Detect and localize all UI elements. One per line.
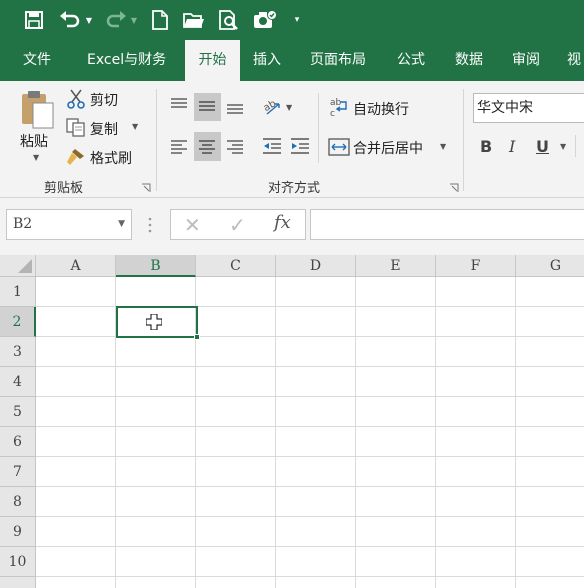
row-header-2[interactable]: 2: [0, 307, 36, 337]
print-preview-icon[interactable]: [217, 8, 241, 32]
column-header-a[interactable]: A: [36, 255, 116, 277]
underline-dropdown-icon[interactable]: ▼: [560, 142, 566, 151]
insert-function-icon[interactable]: fx: [274, 212, 291, 233]
name-box-dropdown-icon[interactable]: ▼: [118, 210, 125, 239]
align-right-icon[interactable]: [224, 135, 246, 157]
camera-icon[interactable]: [252, 8, 278, 32]
fill-handle[interactable]: [194, 334, 200, 340]
tab-home[interactable]: 开始: [185, 40, 240, 81]
copy-button[interactable]: 复制: [90, 119, 118, 139]
redo-dropdown-icon: ▼: [130, 15, 138, 25]
tab-page-layout[interactable]: 页面布局: [310, 40, 366, 81]
row-header-1[interactable]: 1: [0, 277, 36, 307]
cancel-icon[interactable]: ✕: [184, 213, 201, 237]
svg-text:ab: ab: [330, 98, 342, 108]
align-bottom-icon[interactable]: [224, 95, 246, 117]
undo-dropdown-icon[interactable]: ▼: [83, 8, 95, 32]
format-painter-icon[interactable]: [66, 147, 86, 167]
tab-formulas[interactable]: 公式: [397, 40, 425, 81]
paste-dropdown-icon[interactable]: ▼: [33, 153, 39, 162]
worksheet-grid: A B C D E F G 1 2 3 4 5 6 7 8 9 10: [0, 255, 584, 588]
align-middle-icon[interactable]: [196, 95, 218, 117]
quick-access-toolbar: ▼ ▼ ▾: [0, 0, 584, 40]
column-header-f[interactable]: F: [436, 255, 516, 277]
column-header-d[interactable]: D: [276, 255, 356, 277]
ribbon-separator: [575, 135, 576, 157]
align-center-icon[interactable]: [196, 135, 218, 157]
align-left-icon[interactable]: [168, 135, 190, 157]
row-header-4[interactable]: 4: [0, 367, 36, 397]
formula-buttons: ✕ ✓ fx: [170, 209, 306, 240]
align-top-icon[interactable]: [168, 95, 190, 117]
orientation-icon[interactable]: ab: [261, 95, 283, 117]
orientation-dropdown-icon[interactable]: ▼: [286, 103, 292, 112]
svg-text:c: c: [330, 109, 335, 118]
ribbon-separator: [156, 89, 157, 191]
underline-button[interactable]: U: [536, 137, 549, 156]
formula-bar-splitter[interactable]: [148, 216, 152, 234]
wrap-text-button[interactable]: 自动换行: [353, 99, 409, 119]
decrease-indent-icon[interactable]: [261, 135, 283, 157]
merge-center-button[interactable]: 合并后居中: [353, 138, 423, 158]
cut-icon[interactable]: [66, 89, 86, 109]
copy-icon[interactable]: [66, 118, 86, 138]
font-name-input[interactable]: 华文中宋: [473, 93, 584, 123]
merge-center-icon[interactable]: [328, 136, 350, 158]
ribbon-separator: [318, 93, 319, 163]
wrap-text-icon[interactable]: ab c: [328, 96, 350, 119]
row-header-7[interactable]: 7: [0, 457, 36, 487]
merge-dropdown-icon[interactable]: ▼: [440, 142, 446, 151]
clipboard-launcher-icon[interactable]: [141, 182, 151, 192]
row-header-8[interactable]: 8: [0, 487, 36, 517]
italic-button[interactable]: I: [509, 137, 515, 156]
ribbon-tabs: 文件 Excel与财务 开始 插入 页面布局 公式 数据 审阅 视: [0, 40, 584, 81]
open-folder-icon[interactable]: [181, 8, 207, 32]
column-header-b[interactable]: B: [116, 255, 196, 277]
column-header-e[interactable]: E: [356, 255, 436, 277]
save-icon[interactable]: [22, 8, 46, 32]
select-all-corner[interactable]: [0, 255, 36, 277]
paste-button[interactable]: 粘贴: [20, 131, 48, 151]
bold-button[interactable]: B: [480, 137, 492, 156]
redo-icon: [104, 8, 128, 32]
tab-excel-finance[interactable]: Excel与财务: [87, 40, 166, 81]
name-box[interactable]: B2 ▼: [6, 209, 132, 240]
cut-button[interactable]: 剪切: [90, 90, 118, 110]
format-painter-button[interactable]: 格式刷: [90, 148, 132, 168]
new-file-icon[interactable]: [148, 8, 172, 32]
alignment-launcher-icon[interactable]: [449, 182, 459, 192]
tab-file[interactable]: 文件: [23, 40, 51, 81]
column-header-c[interactable]: C: [196, 255, 276, 277]
row-header-6[interactable]: 6: [0, 427, 36, 457]
tab-insert[interactable]: 插入: [253, 40, 281, 81]
increase-indent-icon[interactable]: [289, 135, 311, 157]
ribbon-home: 粘贴 ▼ 剪切 复制 ▼ 格式刷 剪贴板 ab ▼ ab c 自动换行 合并后居…: [0, 81, 584, 198]
tab-view[interactable]: 视: [567, 40, 581, 81]
row-header-3[interactable]: 3: [0, 337, 36, 367]
alignment-group-label: 对齐方式: [268, 181, 321, 196]
column-header-g[interactable]: G: [516, 255, 584, 277]
customize-icon[interactable]: ▾: [290, 8, 304, 32]
formula-bar: B2 ▼ ✕ ✓ fx: [0, 198, 584, 255]
ribbon-separator: [463, 89, 464, 191]
cell-cursor-icon: [145, 313, 163, 331]
row-header-10[interactable]: 10: [0, 547, 36, 577]
undo-icon[interactable]: [58, 8, 82, 32]
row-header-11[interactable]: [0, 577, 36, 588]
row-header-5[interactable]: 5: [0, 397, 36, 427]
name-box-value: B2: [13, 216, 33, 232]
paste-icon[interactable]: [20, 89, 54, 129]
tab-data[interactable]: 数据: [455, 40, 483, 81]
formula-input[interactable]: [310, 209, 584, 240]
enter-icon[interactable]: ✓: [229, 213, 246, 237]
tab-review[interactable]: 审阅: [512, 40, 540, 81]
row-header-9[interactable]: 9: [0, 517, 36, 547]
copy-dropdown-icon[interactable]: ▼: [132, 122, 138, 131]
clipboard-group-label: 剪贴板: [44, 181, 84, 196]
